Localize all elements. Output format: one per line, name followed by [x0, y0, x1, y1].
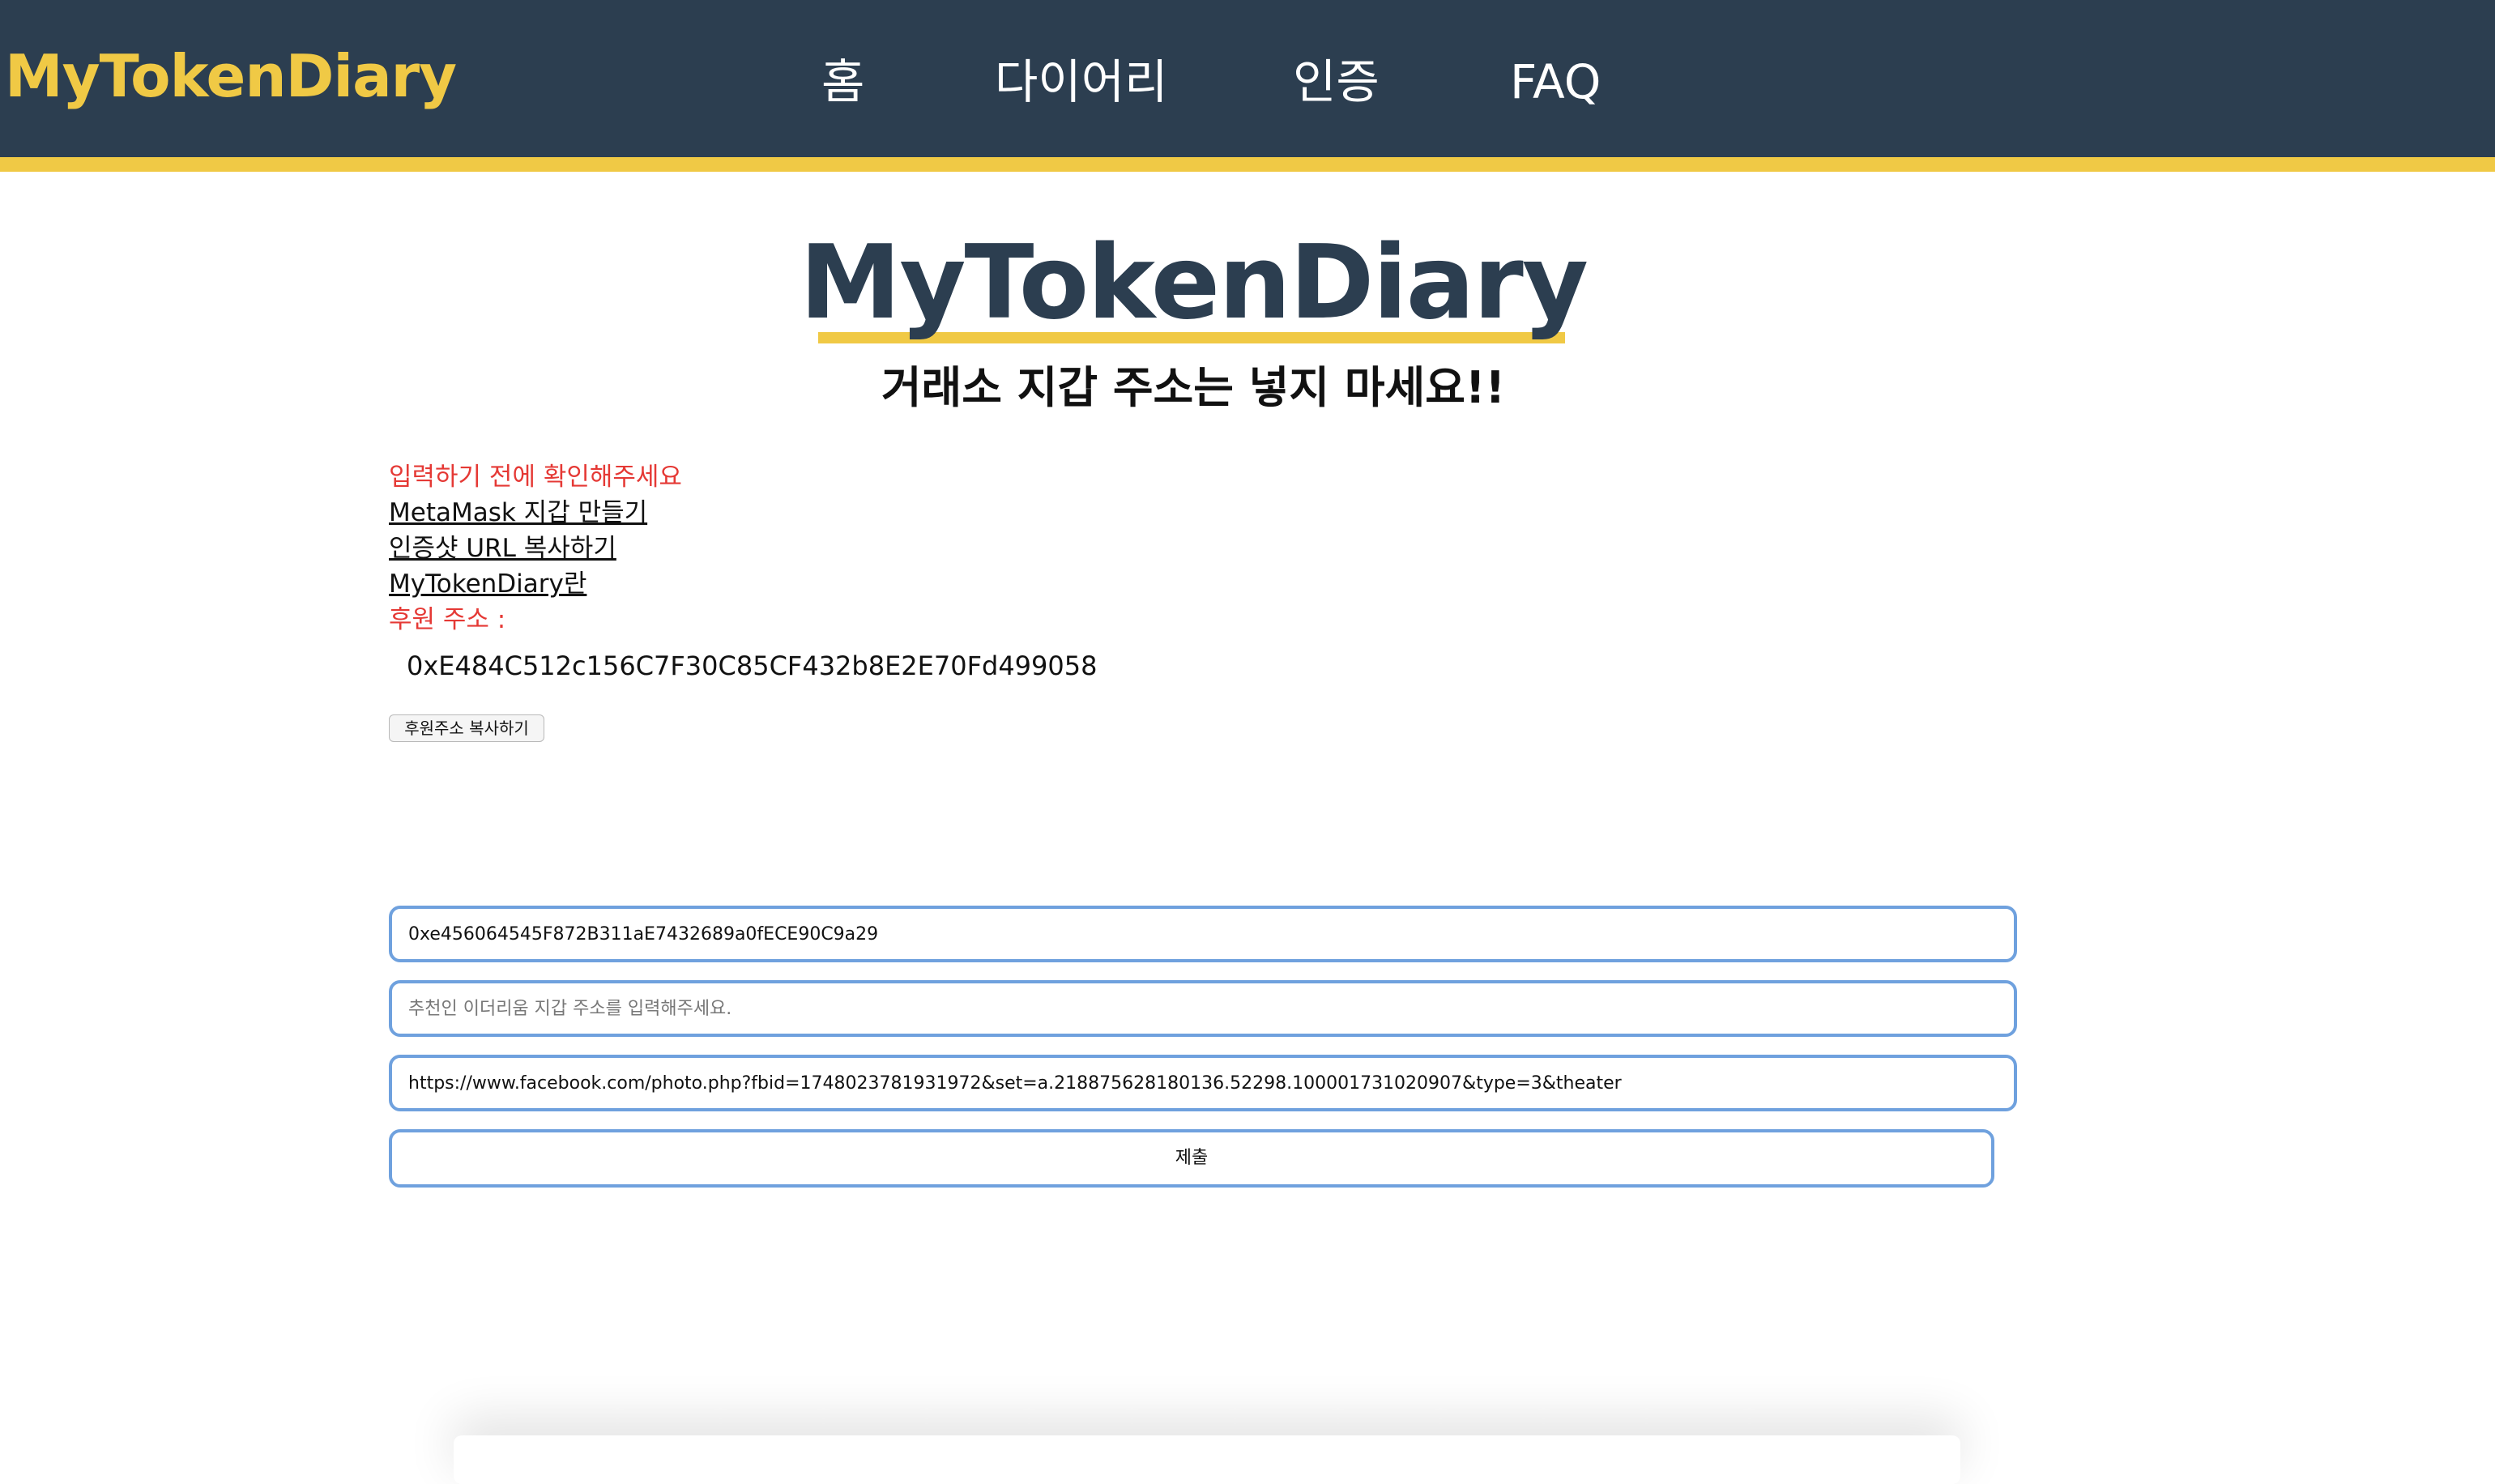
hero-title: MyTokenDiary — [800, 223, 1589, 342]
nav-diary[interactable]: 다이어리 — [995, 58, 1167, 105]
link-metamask-guide[interactable]: MetaMask 지갑 만들기 — [389, 501, 647, 526]
brand-logo-link[interactable]: MyTokenDiary — [5, 47, 457, 105]
link-about[interactable]: MyTokenDiary란 — [389, 572, 586, 597]
hero-subtitle-warning: 거래소 지갑 주소는 넣지 마세요!! — [881, 362, 1506, 413]
photo-url-input[interactable] — [389, 1055, 2017, 1111]
nav-faq[interactable]: FAQ — [1510, 58, 1601, 105]
nav-home[interactable]: 홈 — [821, 58, 864, 105]
copy-donation-address-button[interactable]: 후원주소 복사하기 — [389, 714, 544, 742]
bottom-panel — [454, 1435, 1960, 1484]
wallet-address-input[interactable] — [389, 906, 2017, 962]
header-accent-stripe — [0, 157, 2495, 172]
referrer-address-input[interactable] — [389, 980, 2017, 1037]
submit-button[interactable]: 제출 — [389, 1129, 1994, 1188]
top-navbar: MyTokenDiary 홈 다이어리 인증 FAQ — [0, 0, 2495, 157]
donation-label: 후원 주소 : — [389, 605, 506, 634]
donation-address: 0xE484C512c156C7F30C85CF432b8E2E70Fd4990… — [407, 650, 1098, 681]
notice-text: 입력하기 전에 확인해주세요 — [389, 463, 682, 492]
link-copy-url-guide[interactable]: 인증샷 URL 복사하기 — [389, 536, 616, 561]
nav-auth[interactable]: 인증 — [1293, 58, 1380, 105]
